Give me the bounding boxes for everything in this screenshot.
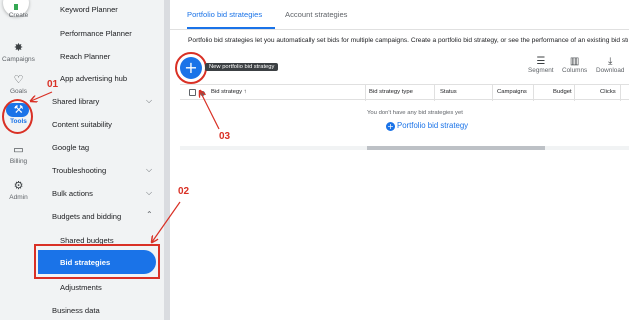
- nav-budgets-and-bidding[interactable]: Budgets and bidding: [52, 212, 121, 221]
- left-rail: Create ✸ Campaigns ♡ Goals ⚒ Tools ▭ Bil…: [0, 0, 37, 320]
- table-header: Bid strategy ↑ Bid strategy type Status …: [180, 84, 629, 101]
- nav-troubleshooting[interactable]: Troubleshooting: [52, 166, 106, 175]
- chevron-up-icon[interactable]: ⌃: [146, 210, 153, 219]
- columns-button[interactable]: ▥ Columns: [562, 56, 587, 74]
- plus-circle-icon: +: [386, 122, 395, 131]
- status-dot-icon: [200, 91, 205, 96]
- page-description: Portfolio bid strategies let you automat…: [188, 37, 628, 44]
- column-separator: [492, 85, 493, 101]
- rail-campaigns[interactable]: ✸ Campaigns: [0, 42, 37, 63]
- column-separator: [620, 85, 621, 101]
- filter-lines-icon: ☰: [536, 56, 546, 67]
- download-icon: ⤓: [608, 56, 613, 67]
- tab-account-strategies[interactable]: Account strategies: [285, 10, 347, 19]
- nav-reach-planner[interactable]: Reach Planner: [60, 52, 110, 61]
- annotation-01: 01: [47, 79, 59, 90]
- col-clicks[interactable]: Clicks: [600, 89, 616, 95]
- scrollbar-thumb[interactable]: [367, 146, 545, 150]
- billing-card-icon: ▭: [13, 144, 24, 156]
- nav-adjustments[interactable]: Adjustments: [60, 283, 102, 292]
- col-status[interactable]: Status: [440, 89, 457, 95]
- empty-state-text: You don't have any bid strategies yet: [367, 110, 463, 116]
- column-separator: [365, 85, 366, 101]
- column-separator: [434, 85, 435, 101]
- annotation-02: 02: [178, 186, 190, 197]
- add-portfolio-bid-strategy-link[interactable]: + Portfolio bid strategy: [386, 121, 468, 131]
- nav-keyword-planner[interactable]: Keyword Planner: [60, 5, 118, 14]
- fab-tooltip: New portfolio bid strategy: [205, 63, 279, 71]
- columns-icon: ▥: [569, 56, 580, 67]
- col-bid-strategy-type[interactable]: Bid strategy type: [369, 89, 413, 95]
- col-budget[interactable]: Budget: [553, 89, 572, 95]
- chevron-down-icon[interactable]: ⌵: [146, 165, 152, 175]
- nav-shared-library[interactable]: Shared library: [52, 97, 99, 106]
- tools-highlight-circle: [2, 99, 33, 134]
- rail-admin[interactable]: ⚙ Admin: [0, 180, 37, 201]
- chevron-down-icon[interactable]: ⌵: [146, 188, 152, 198]
- nav-content-suitability[interactable]: Content suitability: [52, 120, 112, 129]
- nav-google-tag[interactable]: Google tag: [52, 143, 89, 152]
- trophy-icon: ♡: [13, 74, 24, 86]
- select-all-checkbox[interactable]: [189, 89, 196, 96]
- rail-billing[interactable]: ▭ Billing: [0, 144, 37, 165]
- segment-button[interactable]: ☰ Segment: [528, 56, 554, 74]
- tabs-divider: [170, 29, 629, 30]
- nav-business-data[interactable]: Business data: [52, 306, 100, 315]
- campaigns-icon: ✸: [13, 42, 24, 54]
- bid-strategies-highlight-box: [34, 244, 160, 279]
- annotation-03: 03: [219, 131, 231, 142]
- nav-bulk-actions[interactable]: Bulk actions: [52, 189, 93, 198]
- tab-portfolio-bid-strategies[interactable]: Portfolio bid strategies: [187, 10, 262, 19]
- gear-icon: ⚙: [13, 180, 24, 192]
- rail-goals[interactable]: ♡ Goals: [0, 74, 37, 95]
- nav-app-advertising-hub[interactable]: App advertising hub: [60, 74, 127, 83]
- col-campaigns[interactable]: Campaigns: [497, 89, 527, 95]
- column-separator: [533, 85, 534, 101]
- nav-performance-planner[interactable]: Performance Planner: [60, 29, 132, 38]
- chevron-down-icon[interactable]: ⌵: [146, 96, 152, 106]
- fab-highlight-circle: [175, 52, 207, 84]
- col-bid-strategy[interactable]: Bid strategy ↑: [211, 89, 247, 95]
- column-separator: [574, 85, 575, 101]
- main-content: Portfolio bid strategies Account strateg…: [170, 0, 629, 320]
- download-button[interactable]: ⤓ Download: [596, 56, 624, 74]
